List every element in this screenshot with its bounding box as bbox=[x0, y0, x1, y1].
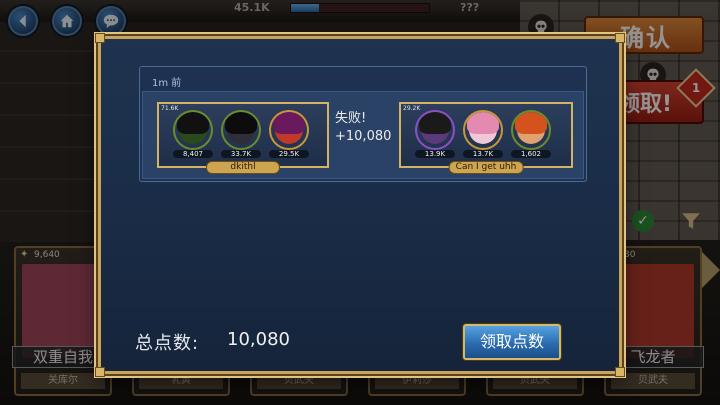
fighter-avatar[interactable] bbox=[511, 110, 551, 150]
frame-corner bbox=[95, 367, 105, 377]
fighter-power: 8,407 bbox=[173, 150, 213, 158]
battle-history-entry: 1m 前 71.6K 8,407 33.7K 29.5K dkithl 失败! +1… bbox=[139, 66, 587, 182]
fighter-power: 13.9K bbox=[415, 150, 455, 158]
team-power: 29.2K bbox=[403, 105, 421, 112]
fighter-power: 29.5K bbox=[269, 150, 309, 158]
battle-record-row: 71.6K 8,407 33.7K 29.5K dkithl 失败! +10,080… bbox=[142, 91, 584, 179]
frame-corner bbox=[615, 367, 625, 377]
fighter-avatar[interactable] bbox=[269, 110, 309, 150]
fighter-hair bbox=[515, 112, 547, 134]
frame-corner bbox=[95, 33, 105, 43]
fighter-avatar[interactable] bbox=[173, 110, 213, 150]
frame-corner bbox=[615, 33, 625, 43]
fighter-hair bbox=[225, 112, 257, 134]
fighter-hair bbox=[467, 112, 499, 134]
fighter-power: 13.7K bbox=[463, 150, 503, 158]
fighter-power: 33.7K bbox=[221, 150, 261, 158]
fighter-hair bbox=[177, 112, 209, 134]
result-points: +10,080 bbox=[335, 129, 392, 144]
fighter-avatar[interactable] bbox=[221, 110, 261, 150]
team-player-name: Can I get uhh bbox=[448, 161, 524, 174]
fighter-hair bbox=[273, 112, 305, 134]
total-points-value: 10,080 bbox=[227, 329, 290, 350]
claim-points-button[interactable]: 领取点数 bbox=[463, 324, 561, 360]
right-team-panel[interactable]: 29.2K 13.9K 13.7K 1,602 Can I get uhh bbox=[399, 102, 573, 174]
fighter-avatar[interactable] bbox=[415, 110, 455, 150]
team-power: 71.6K bbox=[161, 105, 179, 112]
team-player-name: dkithl bbox=[206, 161, 280, 174]
fighter-power: 1,602 bbox=[511, 150, 551, 158]
history-timestamp: 1m 前 bbox=[152, 78, 182, 89]
battle-result: 失败! +10,080 bbox=[335, 110, 395, 146]
fighter-avatar[interactable] bbox=[463, 110, 503, 150]
total-points-label: 总点数: bbox=[135, 333, 200, 354]
left-team-panel[interactable]: 71.6K 8,407 33.7K 29.5K dkithl bbox=[157, 102, 329, 174]
result-status: 失败! bbox=[335, 111, 367, 126]
fighter-hair bbox=[419, 112, 451, 134]
battle-history-dialog: 1m 前 71.6K 8,407 33.7K 29.5K dkithl 失败! +1… bbox=[95, 33, 625, 377]
